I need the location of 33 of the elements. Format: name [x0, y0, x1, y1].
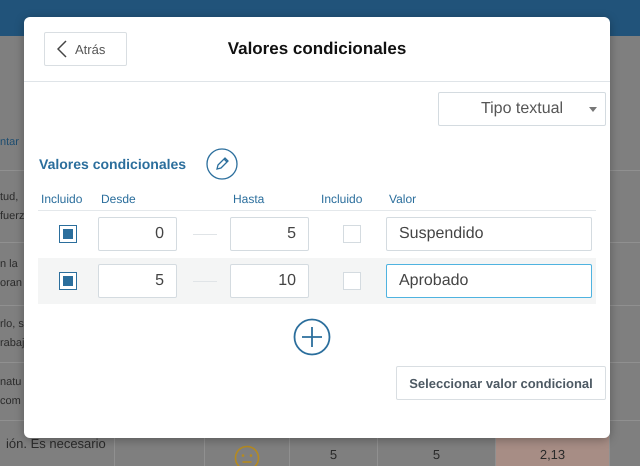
value-field[interactable]: Suspendido	[386, 217, 592, 251]
checkbox[interactable]	[59, 272, 77, 290]
neutral-face-icon	[234, 445, 260, 466]
cell-text: rlo, s	[0, 318, 24, 331]
column-header: Valor	[388, 192, 418, 208]
column-header: Hasta	[232, 192, 266, 208]
to-field[interactable]: 5	[230, 217, 309, 251]
column-header: Incluido	[40, 192, 84, 208]
to-field[interactable]: 10	[230, 264, 309, 298]
cell-text: rabaj	[0, 337, 24, 350]
column-header: Desde	[100, 192, 137, 208]
column-header: Incluido	[320, 192, 364, 208]
from-field[interactable]: 0	[98, 217, 177, 251]
chevron-left-icon	[57, 40, 67, 58]
type-dropdown[interactable]: Tipo textual	[438, 92, 606, 126]
checkbox[interactable]	[59, 225, 77, 243]
cell-text: tud,	[0, 190, 20, 204]
section-title: Valores condicionales	[39, 156, 186, 172]
cell-text: natu	[0, 376, 22, 388]
value-field[interactable]: Aprobado	[386, 264, 592, 298]
column-header: ntar	[0, 136, 20, 149]
back-button[interactable]: Atrás	[44, 32, 127, 66]
cell-text: com	[0, 394, 22, 408]
cell-text: ión. Es necesario	[5, 436, 107, 451]
select-value-button[interactable]: Seleccionar valor condicional	[396, 366, 606, 400]
caret-icon	[589, 107, 597, 112]
cell-text: oran	[0, 277, 24, 290]
cell-text: fuerz	[0, 210, 24, 222]
from-field[interactable]: 5	[98, 264, 177, 298]
add-icon[interactable]	[293, 318, 331, 356]
edit-icon[interactable]	[206, 148, 238, 180]
cell-text: n la	[0, 258, 19, 271]
dialog-title: Valores condicionales	[228, 39, 406, 59]
